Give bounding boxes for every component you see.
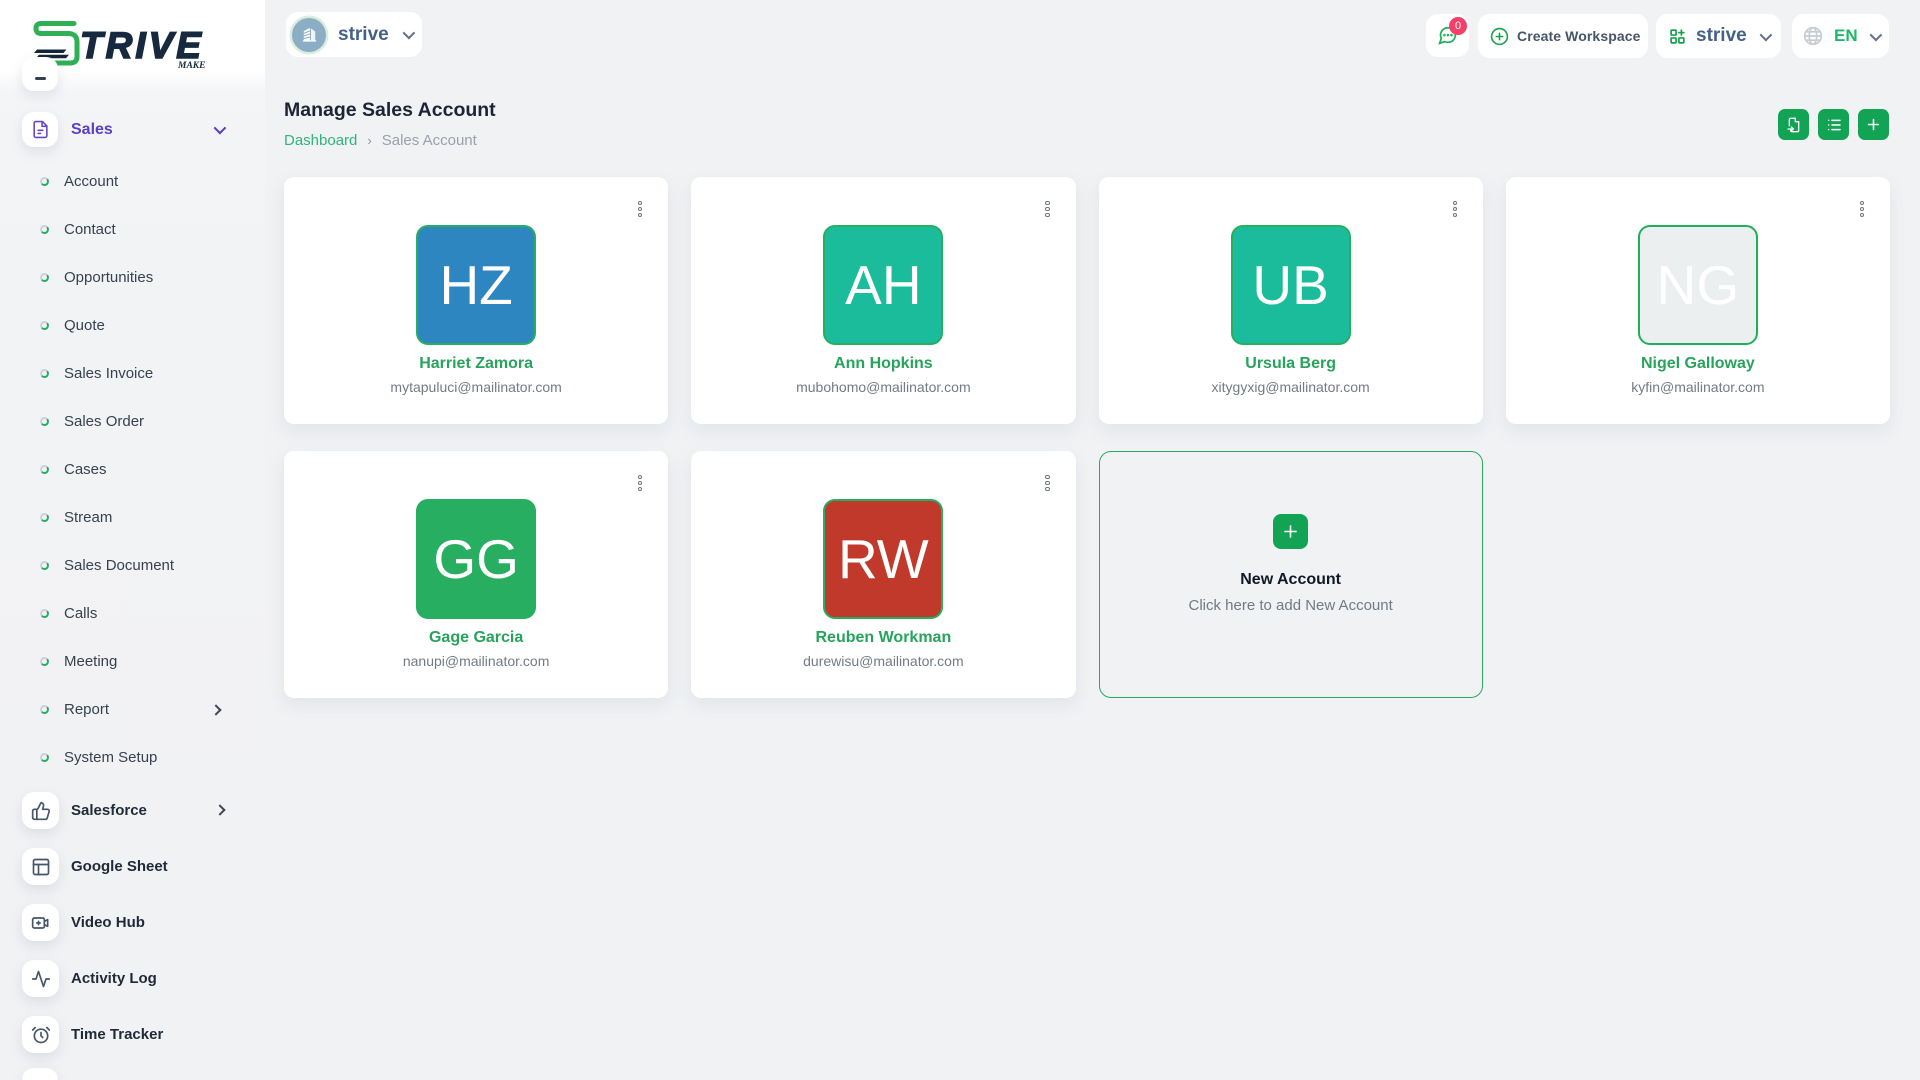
svg-text:TRIVE: TRIVE bbox=[80, 25, 204, 66]
svg-text:MAKE: MAKE bbox=[177, 61, 205, 71]
